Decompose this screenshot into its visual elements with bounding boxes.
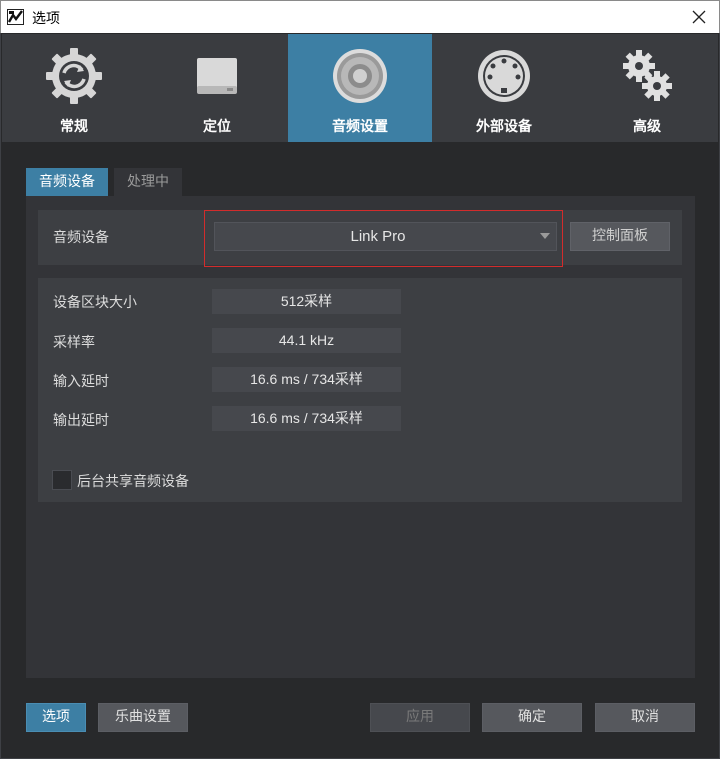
category-audio-setup[interactable]: 音频设置 [288,34,432,142]
cancel-button[interactable]: 取消 [595,703,695,732]
refresh-gear-icon [46,48,102,104]
control-panel-button[interactable]: 控制面板 [570,222,670,251]
close-icon[interactable] [685,4,713,30]
highlight-box [204,210,563,267]
ok-button[interactable]: 确定 [482,703,582,732]
category-location[interactable]: 定位 [145,34,289,142]
window-title: 选项 [32,11,60,27]
speaker-icon [333,49,387,103]
category-label: 音频设置 [332,119,388,135]
sample-rate-value: 44.1 kHz [212,328,401,353]
category-bar: 常规 定位 音频设置 外部设备 高级 [2,34,718,142]
category-advanced[interactable]: 高级 [575,34,719,142]
category-label: 常规 [60,119,88,135]
category-label: 定位 [203,119,231,135]
block-size-label: 设备区块大小 [53,295,137,311]
device-label: 音频设备 [53,230,109,246]
app-logo-icon [7,9,24,25]
drive-icon [197,58,237,94]
apply-button[interactable]: 应用 [370,703,470,732]
category-label: 外部设备 [476,119,532,135]
background-share-checkbox[interactable] [52,470,72,490]
category-external-devices[interactable]: 外部设备 [432,34,576,142]
song-settings-button[interactable]: 乐曲设置 [98,703,188,732]
input-latency-value: 16.6 ms / 734采样 [212,367,401,392]
sample-rate-label: 采样率 [53,335,95,351]
title-bar: 选项 [0,0,720,33]
options-button[interactable]: 选项 [26,703,86,732]
block-size-value: 512采样 [212,289,401,314]
background-share-label[interactable]: 后台共享音频设备 [77,471,189,491]
output-latency-value: 16.6 ms / 734采样 [212,406,401,431]
gears-icon [623,50,672,101]
subtab-audio-device[interactable]: 音频设备 [26,168,108,196]
category-general[interactable]: 常规 [2,34,146,142]
subtab-processing[interactable]: 处理中 [114,168,182,196]
midi-port-icon [478,50,530,102]
input-latency-label: 输入延时 [53,374,109,390]
category-label: 高级 [633,119,661,135]
output-latency-label: 输出延时 [53,413,109,429]
